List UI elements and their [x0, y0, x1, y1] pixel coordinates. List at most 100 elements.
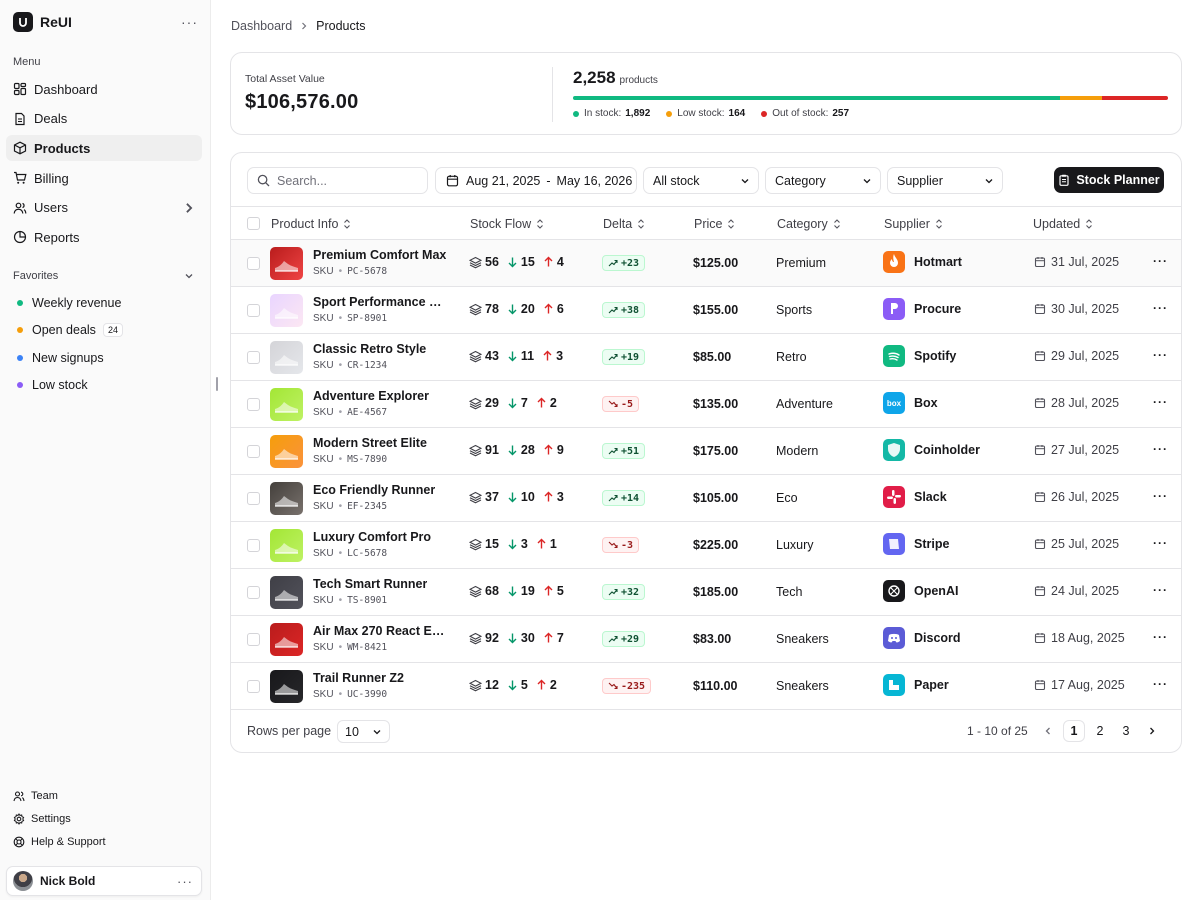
row-checkbox[interactable]	[247, 398, 260, 411]
page-button[interactable]: 1	[1063, 720, 1085, 742]
separator-dot: •	[338, 407, 343, 418]
table-row[interactable]: Modern Street Elite SKU • MS-7890 91 28 9 +51 $1…	[231, 428, 1181, 475]
more-icon[interactable]: ···	[181, 14, 198, 30]
row-actions-icon[interactable]: ···	[1153, 583, 1168, 597]
rows-per-page-select[interactable]: 10	[337, 720, 390, 743]
product-name[interactable]: Air Max 270 React Eng...	[313, 624, 449, 638]
table-row[interactable]: Air Max 270 React Eng... SKU • WM-8421 92 30 7…	[231, 616, 1181, 663]
date-range-picker[interactable]: Aug 21, 2025 - May 16, 2026	[435, 167, 637, 194]
page-button[interactable]: 2	[1089, 720, 1111, 742]
table-row[interactable]: Tech Smart Runner SKU • TS-8901 68 19 5 +32 $185…	[231, 569, 1181, 616]
delta-value: +19	[621, 351, 640, 363]
favorite-weekly-revenue[interactable]: Weekly revenue	[13, 292, 198, 314]
arrow-down-icon	[508, 257, 517, 268]
stock-filter-select[interactable]: All stock	[643, 167, 759, 194]
shoe-icon	[275, 590, 298, 601]
row-checkbox[interactable]	[247, 351, 260, 364]
row-actions-icon[interactable]: ···	[1153, 442, 1168, 456]
prev-page-button[interactable]	[1037, 720, 1059, 742]
table-row[interactable]: Sport Performance Pro SKU • SP-8901 78 20 6 +38…	[231, 287, 1181, 334]
updated-date: 17 Aug, 2025	[1034, 678, 1125, 692]
column-header-product[interactable]: Product Info	[271, 207, 351, 240]
user-menu[interactable]: Nick Bold ···	[6, 866, 202, 896]
product-price: $110.00	[693, 679, 738, 693]
row-actions-icon[interactable]: ···	[1153, 395, 1168, 409]
sidebar-item-team[interactable]: Team	[13, 786, 198, 806]
chevron-right-icon	[186, 202, 193, 213]
product-name[interactable]: Classic Retro Style	[313, 342, 426, 356]
column-header-price[interactable]: Price	[694, 207, 735, 240]
sidebar-item-deals[interactable]: Deals	[6, 106, 202, 132]
layers-icon	[469, 444, 482, 456]
row-actions-icon[interactable]: ···	[1153, 536, 1168, 550]
row-actions-icon[interactable]: ···	[1153, 677, 1168, 691]
favorite-open-deals[interactable]: Open deals 24	[13, 319, 198, 341]
supplier-logo	[883, 439, 905, 461]
product-name[interactable]: Sport Performance Pro	[313, 295, 449, 309]
row-checkbox[interactable]	[247, 492, 260, 505]
more-icon[interactable]: ···	[177, 874, 193, 889]
product-name[interactable]: Adventure Explorer	[313, 389, 429, 403]
sku-value: UC-3990	[347, 689, 388, 700]
row-actions-icon[interactable]: ···	[1153, 489, 1168, 503]
favorites-header[interactable]: Favorites	[13, 270, 194, 282]
stock-flow: 92 30 7	[469, 631, 572, 645]
column-header-delta[interactable]: Delta	[603, 207, 645, 240]
column-header-category[interactable]: Category	[777, 207, 841, 240]
next-page-button[interactable]	[1141, 720, 1163, 742]
stock-planner-button[interactable]: Stock Planner	[1054, 167, 1164, 193]
row-actions-icon[interactable]: ···	[1153, 630, 1168, 644]
row-checkbox[interactable]	[247, 445, 260, 458]
column-header-stock-flow[interactable]: Stock Flow	[470, 207, 544, 240]
sidebar-item-reports[interactable]: Reports	[6, 224, 202, 250]
stock-in-count: 9	[556, 443, 564, 457]
delta-badge: -3	[602, 537, 640, 553]
sidebar-item-products[interactable]: Products	[6, 135, 202, 162]
product-name[interactable]: Eco Friendly Runner	[313, 483, 435, 497]
product-name[interactable]: Premium Comfort Max	[313, 248, 446, 262]
category-filter-select[interactable]: Category	[765, 167, 881, 194]
sidebar-item-users[interactable]: Users	[6, 195, 202, 221]
table-row[interactable]: Classic Retro Style SKU • CR-1234 43 11 3 +19 $8…	[231, 334, 1181, 381]
row-checkbox[interactable]	[247, 304, 260, 317]
stock-flow: 91 28 9	[469, 443, 572, 457]
row-actions-icon[interactable]: ···	[1153, 348, 1168, 362]
row-checkbox[interactable]	[247, 586, 260, 599]
calendar-icon	[1034, 539, 1046, 550]
product-name[interactable]: Luxury Comfort Pro	[313, 530, 431, 544]
table-row[interactable]: Trail Runner Z2 SKU • UC-3990 12 5 2 -235 $110.0…	[231, 663, 1181, 710]
product-thumbnail	[270, 529, 303, 562]
supplier-filter-select[interactable]: Supplier	[887, 167, 1003, 194]
product-name[interactable]: Tech Smart Runner	[313, 577, 427, 591]
favorite-new-signups[interactable]: New signups	[13, 347, 198, 369]
arrow-down-icon	[508, 351, 517, 362]
arrow-down-icon	[508, 492, 517, 503]
arrow-up-icon	[544, 491, 553, 502]
table-row[interactable]: Adventure Explorer SKU • AE-4567 29 7 2 -5 $135.…	[231, 381, 1181, 428]
sidebar-item-dashboard[interactable]: Dashboard	[6, 76, 202, 102]
updated-date: 25 Jul, 2025	[1034, 537, 1119, 551]
delta-badge: +14	[602, 490, 646, 506]
select-all-checkbox[interactable]	[247, 217, 260, 230]
favorite-low-stock[interactable]: Low stock	[13, 374, 198, 396]
sidebar-item-settings[interactable]: Settings	[13, 809, 198, 829]
row-actions-icon[interactable]: ···	[1153, 301, 1168, 315]
row-actions-icon[interactable]: ···	[1153, 254, 1168, 268]
table-row[interactable]: Eco Friendly Runner SKU • EF-2345 37 10 3 +14 $1…	[231, 475, 1181, 522]
table-row[interactable]: Premium Comfort Max SKU • PC-5678 56 15 4 +23 $1…	[231, 240, 1181, 287]
search-input[interactable]: Search...	[247, 167, 428, 194]
sidebar-item-billing[interactable]: Billing	[6, 165, 202, 191]
column-header-updated[interactable]: Updated	[1033, 207, 1093, 240]
row-checkbox[interactable]	[247, 539, 260, 552]
column-header-supplier[interactable]: Supplier	[884, 207, 943, 240]
breadcrumb-link[interactable]: Dashboard	[231, 19, 292, 33]
product-name[interactable]: Modern Street Elite	[313, 436, 427, 450]
product-name[interactable]: Trail Runner Z2	[313, 671, 404, 685]
row-checkbox[interactable]	[247, 633, 260, 646]
table-row[interactable]: Luxury Comfort Pro SKU • LC-5678 15 3 1 -3 $225.…	[231, 522, 1181, 569]
row-checkbox[interactable]	[247, 680, 260, 693]
brand[interactable]: ReUI ···	[13, 11, 198, 33]
row-checkbox[interactable]	[247, 257, 260, 270]
sidebar-item-help[interactable]: Help & Support	[13, 832, 198, 852]
page-button[interactable]: 3	[1115, 720, 1137, 742]
